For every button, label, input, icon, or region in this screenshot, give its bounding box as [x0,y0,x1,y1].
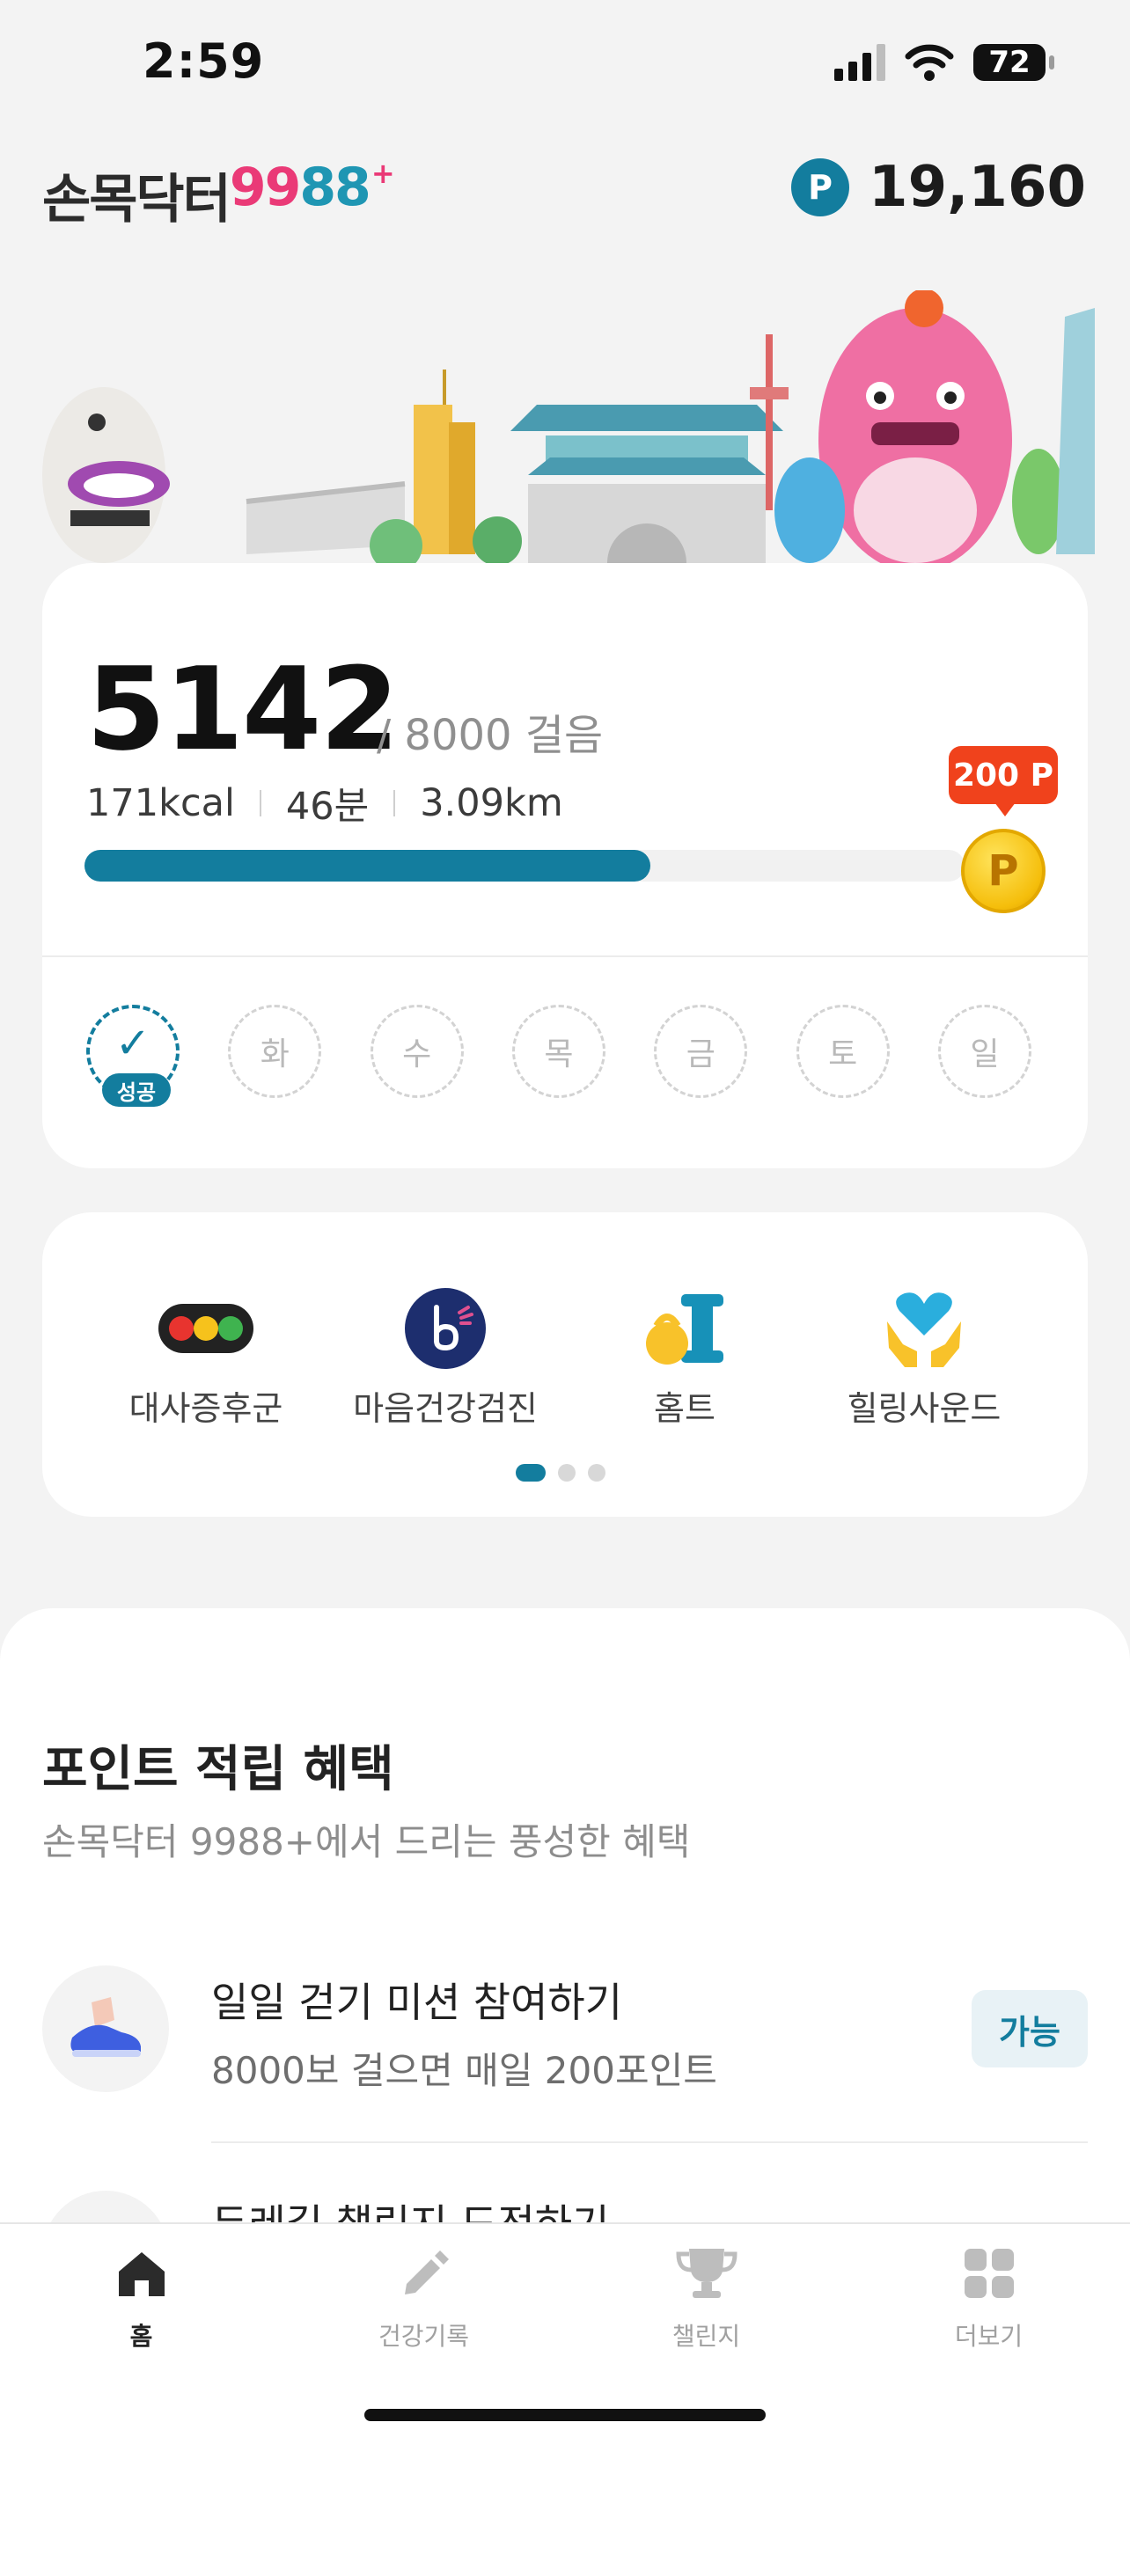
tab-label: 건강기록 [378,2322,470,2351]
day-indicator: 금 [654,1005,748,1098]
duration-value: 46분 [285,785,370,829]
battery-icon: 72 [973,44,1054,81]
status-time: 2:59 [143,33,265,89]
check-icon: ✓ [114,1019,151,1068]
logo-nine-1: 9 [229,157,267,218]
trophy-icon [675,2242,738,2305]
step-goal: / 8000 걸음 [377,711,604,760]
shortcut-healing-sound[interactable]: 힐링사운드 [805,1284,1043,1430]
mascot-haechi-icon [42,387,170,563]
shortcut-mind-check[interactable]: 마음건강검진 [327,1284,564,1430]
logo-nine-2: 9 [264,157,302,218]
day-indicator: 목 [511,1005,605,1098]
success-badge: 성공 [102,1073,171,1107]
distance-value: 3.09km [420,781,563,825]
mind-check-icon [403,1284,488,1372]
home-icon [114,2242,170,2305]
carousel-dot[interactable] [516,1464,546,1482]
wifi-icon [905,44,954,81]
status-icons: 72 [834,44,1054,81]
logo-plus: + [371,157,395,190]
logo-text: 손목닥터 [42,169,231,231]
home-indicator[interactable] [364,2409,766,2421]
stat-divider [259,790,261,816]
tab-health-record[interactable]: 건강기록 [282,2242,565,2353]
list-divider [211,2141,1088,2143]
weekly-progress: ✓ 성공 화 수 목 금 토 일 [86,1005,1031,1107]
mission-available-badge[interactable]: 가능 [972,1990,1088,2067]
tab-label: 챌린지 [671,2322,741,2351]
carousel-pagination[interactable] [516,1464,605,1482]
tab-list: 홈 건강기록 챌린지 더보기 [0,2242,1130,2353]
kettlebell-icon [641,1284,729,1372]
tab-home[interactable]: 홈 [0,2242,282,2353]
heart-hands-icon [882,1284,966,1372]
tab-more[interactable]: 더보기 [848,2242,1130,2353]
day-indicator: 토 [796,1005,890,1098]
card-divider [42,955,1088,957]
grid-icon [961,2242,1017,2305]
shortcut-label: 힐링사운드 [847,1389,1002,1428]
app-logo[interactable]: 손목닥터 9 9 88 + [42,157,395,233]
points-value: 19,160 [869,155,1086,220]
benefits-title: 포인트 적립 혜택 [42,1741,394,1798]
calories-value: 171kcal [86,781,235,825]
day-indicator: 일 [937,1005,1031,1098]
day-indicator: ✓ 성공 [86,1005,180,1107]
shortcut-label: 마음건강검진 [353,1389,538,1428]
day-indicator: 수 [370,1005,464,1098]
cellular-signal-icon [834,44,885,81]
mission-description: 8000보 걸으면 매일 200포인트 [211,2049,717,2092]
benefits-subtitle: 손목닥터 9988+에서 드리는 풍성한 혜택 [42,1820,691,1863]
step-progress-bar [84,850,965,882]
stat-divider [393,790,396,816]
points-balance[interactable]: P 19,160 [791,155,1086,220]
tab-label: 홈 [129,2322,153,2351]
shortcut-home-training[interactable]: 홈트 [566,1284,803,1430]
activity-stats: 171kcal 46분 3.09km [86,776,563,831]
step-count: 5142 [86,642,400,776]
reward-tag: 200 P [949,746,1058,816]
carousel-dot[interactable] [558,1464,576,1482]
tab-label: 더보기 [954,2322,1024,2351]
point-coin-icon[interactable]: P [961,829,1046,913]
day-indicator: 화 [228,1005,322,1098]
shortcut-label: 홈트 [654,1389,715,1428]
step-progress-fill [84,850,650,882]
seoul-landmarks-illustration [42,290,1095,572]
mission-title[interactable]: 일일 걷기 미션 참여하기 [211,1971,622,2029]
carousel-dot[interactable] [588,1464,605,1482]
shortcut-metabolic-syndrome[interactable]: 대사증후군 [87,1284,325,1430]
sneaker-icon [42,1965,169,2092]
traffic-light-icon [157,1284,255,1372]
logo-eights: 88 [299,157,371,218]
pencil-icon [396,2242,452,2305]
points-icon: P [791,158,850,216]
tab-challenge[interactable]: 챌린지 [565,2242,848,2353]
shortcut-label: 대사증후군 [128,1389,283,1428]
shortcut-list: 대사증후군 마음건강검진 홈트 힐링사운드 [42,1284,1088,1430]
